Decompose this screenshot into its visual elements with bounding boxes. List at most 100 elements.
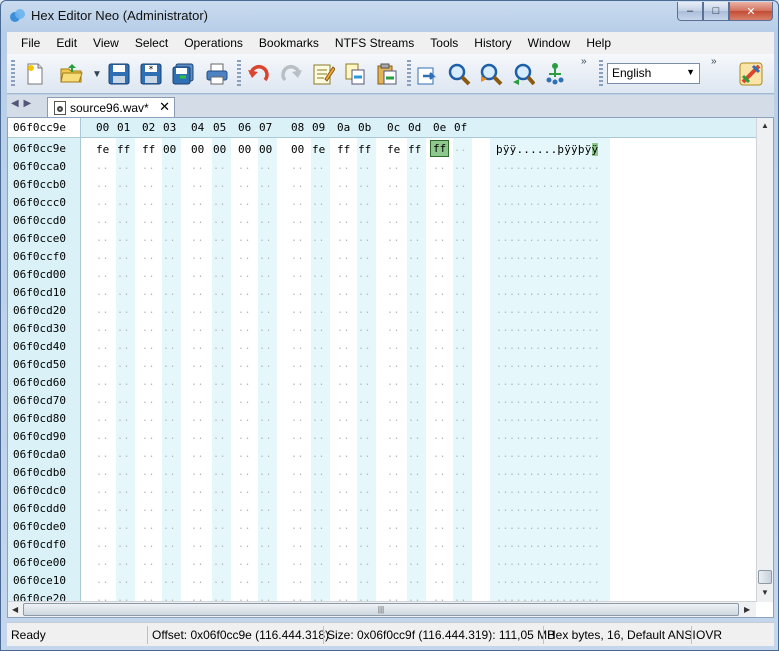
empty-byte[interactable]: .. xyxy=(408,449,421,460)
empty-text-row[interactable]: ................ xyxy=(496,341,600,352)
empty-byte[interactable]: .. xyxy=(238,395,251,406)
empty-byte[interactable]: .. xyxy=(433,341,446,352)
empty-byte[interactable]: .. xyxy=(213,521,226,532)
empty-byte[interactable]: .. xyxy=(191,197,204,208)
hex-byte[interactable]: ff xyxy=(408,143,421,156)
empty-byte[interactable]: .. xyxy=(433,323,446,334)
empty-byte[interactable]: .. xyxy=(408,467,421,478)
empty-byte[interactable]: .. xyxy=(96,305,109,316)
menu-file[interactable]: File xyxy=(13,32,48,54)
empty-byte[interactable]: .. xyxy=(291,251,304,262)
empty-byte[interactable]: .. xyxy=(312,269,325,280)
empty-byte[interactable]: .. xyxy=(387,485,400,496)
empty-byte[interactable]: .. xyxy=(213,413,226,424)
empty-byte[interactable]: .. xyxy=(408,413,421,424)
hex-byte[interactable]: 00 xyxy=(238,143,251,156)
close-window-button[interactable]: ✕ xyxy=(729,2,773,21)
menu-select[interactable]: Select xyxy=(127,32,176,54)
empty-byte[interactable]: .. xyxy=(433,197,446,208)
empty-byte[interactable]: .. xyxy=(291,539,304,550)
empty-byte[interactable]: .. xyxy=(358,395,371,406)
empty-byte[interactable]: .. xyxy=(191,305,204,316)
empty-byte[interactable]: .. xyxy=(291,377,304,388)
empty-byte[interactable]: .. xyxy=(291,359,304,370)
empty-byte[interactable]: .. xyxy=(259,377,272,388)
empty-byte[interactable]: .. xyxy=(337,269,350,280)
structure-icon[interactable] xyxy=(541,60,569,88)
empty-byte[interactable]: .. xyxy=(358,413,371,424)
empty-text-row[interactable]: ................ xyxy=(496,485,600,496)
find-prev-icon[interactable] xyxy=(509,60,537,88)
empty-byte[interactable]: .. xyxy=(358,197,371,208)
empty-byte[interactable]: .. xyxy=(163,287,176,298)
empty-byte[interactable]: .. xyxy=(433,269,446,280)
empty-byte[interactable]: .. xyxy=(191,161,204,172)
hex-byte[interactable]: fe xyxy=(96,143,109,156)
new-file-icon[interactable] xyxy=(21,60,49,88)
hex-byte[interactable]: fe xyxy=(312,143,325,156)
redo-icon[interactable] xyxy=(277,60,305,88)
empty-text-row[interactable]: ................ xyxy=(496,467,600,478)
empty-byte[interactable]: .. xyxy=(163,431,176,442)
empty-byte[interactable]: .. xyxy=(163,575,176,586)
empty-byte[interactable]: .. xyxy=(117,179,130,190)
empty-byte[interactable]: .. xyxy=(238,269,251,280)
empty-byte[interactable]: .. xyxy=(337,179,350,190)
empty-byte[interactable]: .. xyxy=(387,287,400,298)
empty-byte[interactable]: .. xyxy=(238,467,251,478)
empty-byte[interactable]: .. xyxy=(96,377,109,388)
empty-byte[interactable]: .. xyxy=(163,449,176,460)
empty-byte[interactable]: .. xyxy=(454,251,467,262)
empty-byte[interactable]: .. xyxy=(312,503,325,514)
empty-byte[interactable]: .. xyxy=(408,287,421,298)
empty-byte[interactable]: .. xyxy=(408,431,421,442)
empty-byte[interactable]: .. xyxy=(96,233,109,244)
scroll-up-arrow[interactable]: ▲ xyxy=(761,121,769,130)
empty-byte[interactable]: .. xyxy=(163,485,176,496)
empty-byte[interactable]: .. xyxy=(433,521,446,532)
empty-text-row[interactable]: ................ xyxy=(496,539,600,550)
menu-history[interactable]: History xyxy=(466,32,519,54)
empty-byte[interactable]: .. xyxy=(337,323,350,334)
empty-byte[interactable]: .. xyxy=(408,161,421,172)
empty-byte[interactable]: .. xyxy=(387,251,400,262)
empty-byte[interactable]: .. xyxy=(117,413,130,424)
empty-byte[interactable]: .. xyxy=(259,323,272,334)
empty-byte[interactable]: .. xyxy=(358,449,371,460)
empty-byte[interactable]: .. xyxy=(117,521,130,532)
empty-byte[interactable]: .. xyxy=(117,161,130,172)
empty-text-row[interactable]: ................ xyxy=(496,269,600,280)
empty-byte[interactable]: .. xyxy=(358,575,371,586)
empty-byte[interactable]: .. xyxy=(454,377,467,388)
empty-byte[interactable]: .. xyxy=(213,251,226,262)
empty-byte[interactable]: .. xyxy=(408,251,421,262)
empty-byte[interactable]: .. xyxy=(312,179,325,190)
empty-byte[interactable]: .. xyxy=(142,557,155,568)
toolbar-grip[interactable] xyxy=(11,60,15,88)
tab-source96-wav[interactable]: source96.wav* ✕ xyxy=(47,97,175,117)
empty-byte[interactable]: .. xyxy=(337,197,350,208)
find-next-icon[interactable] xyxy=(477,60,505,88)
empty-byte[interactable]: .. xyxy=(96,449,109,460)
empty-byte[interactable]: .. xyxy=(358,287,371,298)
print-icon[interactable] xyxy=(203,60,231,88)
empty-byte[interactable]: .. xyxy=(358,521,371,532)
empty-byte[interactable]: .. xyxy=(433,503,446,514)
empty-byte[interactable]: .. xyxy=(96,395,109,406)
empty-byte[interactable]: .. xyxy=(117,323,130,334)
empty-byte[interactable]: .. xyxy=(312,467,325,478)
empty-byte[interactable]: .. xyxy=(163,359,176,370)
empty-byte[interactable]: .. xyxy=(259,395,272,406)
empty-byte[interactable]: .. xyxy=(163,179,176,190)
empty-byte[interactable]: .. xyxy=(213,215,226,226)
scroll-down-arrow[interactable]: ▼ xyxy=(761,588,769,597)
empty-byte[interactable]: .. xyxy=(191,413,204,424)
empty-byte[interactable]: .. xyxy=(454,287,467,298)
empty-byte[interactable]: .. xyxy=(454,359,467,370)
empty-byte[interactable]: .. xyxy=(213,287,226,298)
empty-byte[interactable]: .. xyxy=(291,215,304,226)
empty-byte[interactable]: .. xyxy=(387,377,400,388)
empty-byte[interactable]: .. xyxy=(433,305,446,316)
paste-icon[interactable] xyxy=(373,60,401,88)
empty-byte[interactable]: .. xyxy=(291,269,304,280)
